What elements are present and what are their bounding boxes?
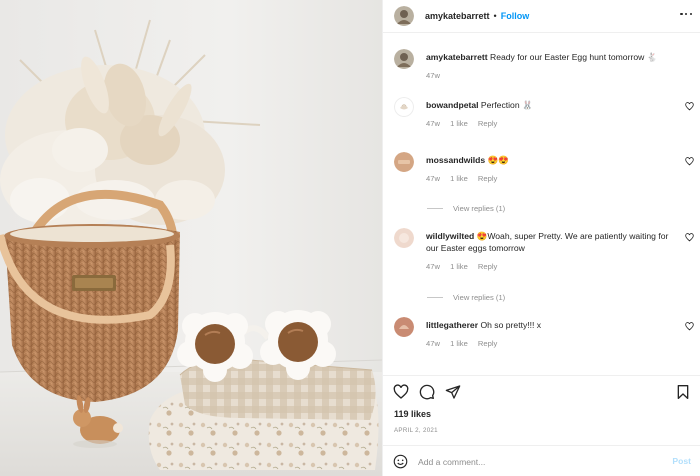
comment-like-heart-icon[interactable] [685,322,694,331]
paper-plane-icon[interactable] [445,384,461,400]
comment-likes-count[interactable]: 1 like [450,174,468,183]
comment-username[interactable]: bowandpetal [426,100,479,110]
replies-divider-line [427,208,443,209]
comment-like-heart-icon[interactable] [685,157,694,166]
folded-fabrics [148,358,379,470]
comments-list[interactable]: amykatebarrett Ready for our Easter Egg … [383,34,700,374]
caption-meta: 47w [426,71,448,80]
comment-like-heart-icon[interactable] [685,233,694,242]
post-date[interactable]: APRIL 2, 2021 [394,427,438,434]
caption-text: Ready for our Easter Egg hunt tomorrow 🐇 [490,52,658,62]
smiley-icon[interactable] [393,454,408,469]
commenter-avatar[interactable] [394,152,414,172]
comment-text: Perfection 🐰 [480,100,533,110]
view-replies-label: View replies (1) [453,204,506,213]
comment-meta: 47w 1 like Reply [426,262,505,271]
reply-button[interactable]: Reply [478,174,497,183]
comment-input[interactable] [418,454,658,469]
comment-likes-count[interactable]: 1 like [450,119,468,128]
comment-username[interactable]: wildlywilted [426,231,474,241]
view-replies-button[interactable]: View replies (1) [427,293,505,302]
comment-time[interactable]: 47w [426,262,440,271]
commenter-avatar[interactable] [394,317,414,337]
author-avatar[interactable] [394,49,414,69]
post-action-bar [383,375,700,405]
header-separator: • [493,11,497,21]
caption-time[interactable]: 47w [426,71,440,80]
comment-body: bowandpetal Perfection 🐰 [426,100,676,112]
reply-button[interactable]: Reply [478,119,497,128]
comment-text: Oh so pretty!!! x [480,320,542,330]
post-photo[interactable] [0,0,382,476]
comment-meta: 47w 1 like Reply [426,339,505,348]
reply-button[interactable]: Reply [478,262,497,271]
speech-bubble-icon[interactable] [419,384,435,400]
comment-likes-count[interactable]: 1 like [450,339,468,348]
comment-username[interactable]: mossandwilds [426,155,485,165]
comment-time[interactable]: 47w [426,174,440,183]
view-replies-label: View replies (1) [453,293,506,302]
post-details-panel: amykatebarrett • Follow amykatebarrett R… [382,0,700,476]
comment-meta: 47w 1 like Reply [426,119,505,128]
comment-meta: 47w 1 like Reply [426,174,505,183]
more-options-icon[interactable] [680,11,692,17]
author-avatar[interactable] [394,6,414,26]
comment-body: mossandwilds 😍😍 [426,155,676,167]
comment-body: wildlywilted 😍Woah, super Pretty. We are… [426,231,676,254]
view-replies-button[interactable]: View replies (1) [427,204,505,213]
comment-like-heart-icon[interactable] [685,102,694,111]
instagram-post: amykatebarrett • Follow amykatebarrett R… [0,0,700,476]
post-header: amykatebarrett • Follow [383,0,700,33]
bookmark-icon[interactable] [675,384,691,400]
basket-photo-illustration [0,0,382,476]
comment-time[interactable]: 47w [426,339,440,348]
comment-body: littlegatherer Oh so pretty!!! x [426,320,676,332]
author-username[interactable]: amykatebarrett [425,11,490,21]
follow-button[interactable]: Follow [501,11,530,21]
commenter-avatar[interactable] [394,228,414,248]
post-comment-button[interactable]: Post [672,456,691,466]
caption-username[interactable]: amykatebarrett [426,52,488,62]
comment-likes-count[interactable]: 1 like [450,262,468,271]
comment-time[interactable]: 47w [426,119,440,128]
comment-text: 😍😍 [487,155,510,165]
comment-composer: Post [383,445,700,476]
reply-button[interactable]: Reply [478,339,497,348]
commenter-avatar[interactable] [394,97,414,117]
replies-divider-line [427,297,443,298]
heart-icon[interactable] [393,384,409,400]
likes-count[interactable]: 119 likes [394,409,431,419]
caption-body: amykatebarrett Ready for our Easter Egg … [426,52,676,64]
comment-username[interactable]: littlegatherer [426,320,478,330]
